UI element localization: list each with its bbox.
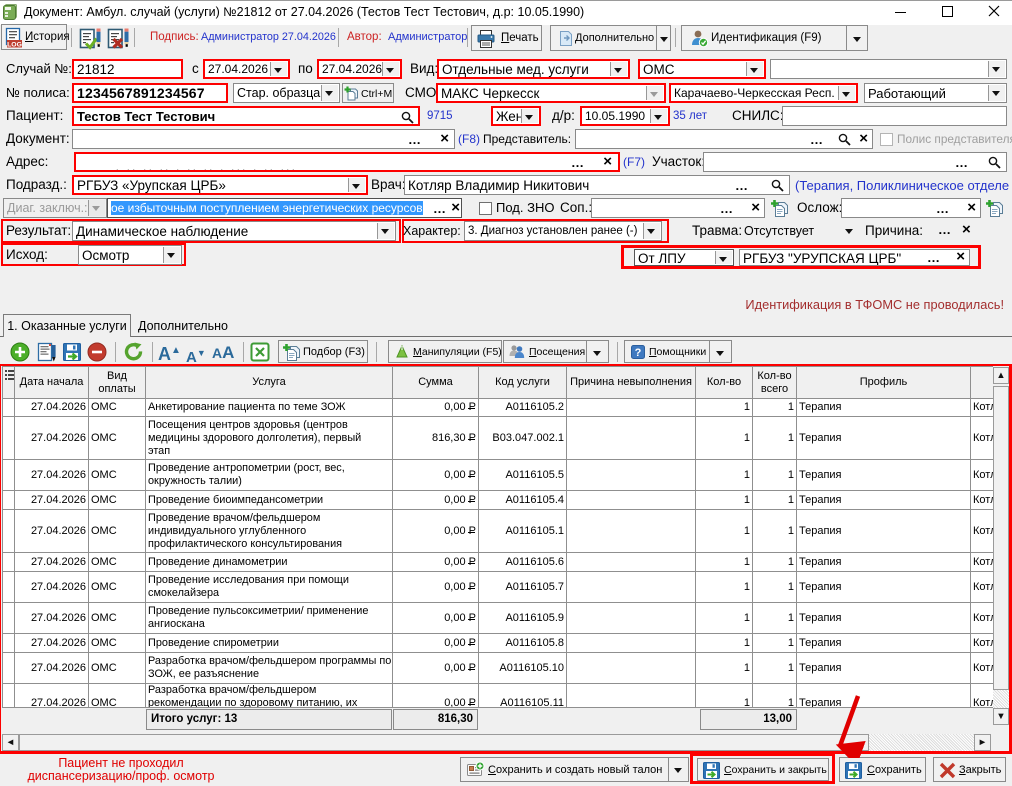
svg-text:LOG: LOG: [7, 41, 22, 48]
svg-text:?: ?: [635, 347, 642, 359]
